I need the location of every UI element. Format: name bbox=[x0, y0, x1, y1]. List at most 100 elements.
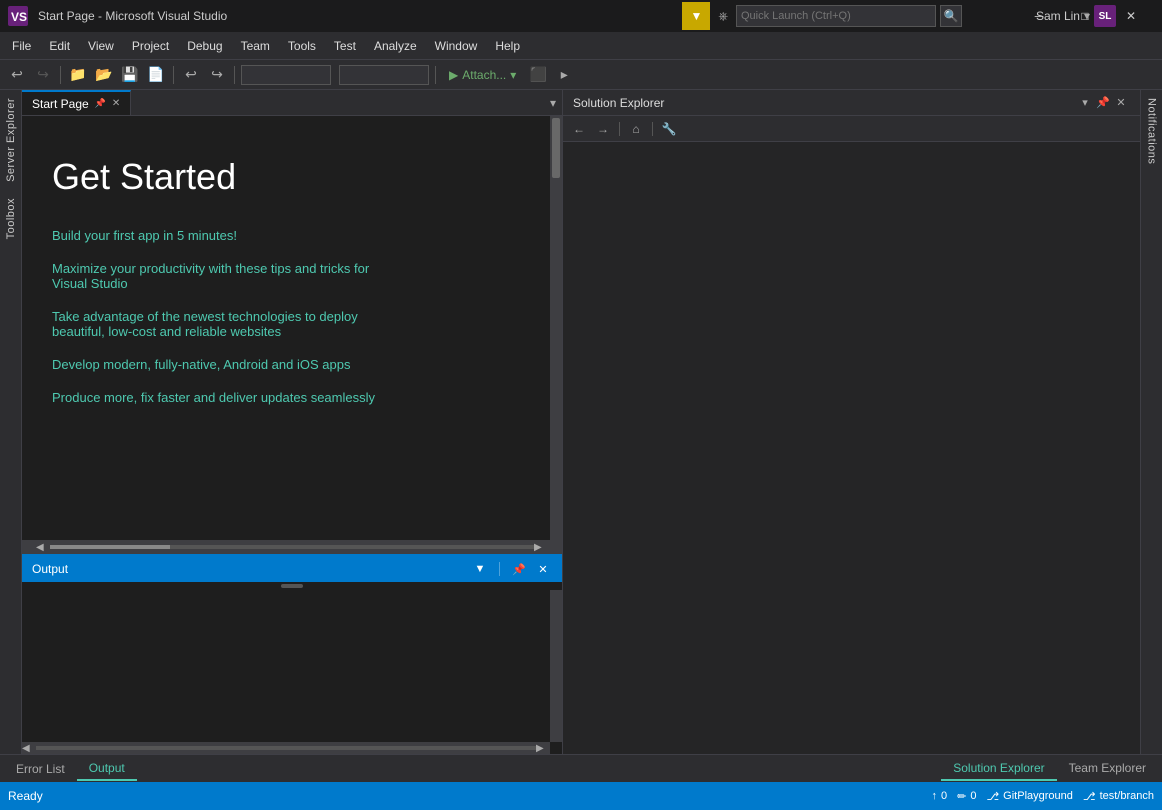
warning-pencil-icon: ✏ bbox=[957, 790, 966, 803]
status-errors[interactable]: ↑ 0 bbox=[932, 790, 948, 802]
menu-item-team[interactable]: Team bbox=[233, 35, 278, 57]
output-resize-handle[interactable] bbox=[22, 582, 562, 590]
toolbar-input-2[interactable] bbox=[339, 65, 429, 85]
solution-explorer-pin-button[interactable]: 📌 bbox=[1094, 94, 1112, 112]
bottom-tab-team-explorer[interactable]: Team Explorer bbox=[1057, 757, 1158, 781]
sidebar-item-toolbox[interactable]: Toolbox bbox=[2, 190, 20, 247]
solution-explorer-content bbox=[563, 142, 1140, 754]
menu-item-analyze[interactable]: Analyze bbox=[366, 35, 425, 57]
toolbar-separator-1 bbox=[60, 66, 61, 84]
toolbar-extra-button[interactable]: ⬛ bbox=[527, 64, 549, 86]
redo2-button[interactable]: ↪ bbox=[206, 64, 228, 86]
solution-explorer-header: Solution Explorer ▾ 📌 ✕ bbox=[563, 90, 1140, 116]
quick-launch-area: ▼ ⎈ 🔍 bbox=[682, 0, 962, 32]
menu-item-edit[interactable]: Edit bbox=[41, 35, 78, 57]
tab-start-page-pin[interactable]: 📌 bbox=[95, 98, 106, 109]
hscroll-right-arrow[interactable]: ▶ bbox=[534, 542, 548, 553]
center-panel: Start Page 📌 ✕ ▾ Get Started Build your … bbox=[22, 90, 562, 754]
menu-item-tools[interactable]: Tools bbox=[280, 35, 324, 57]
toolbar-separator-2 bbox=[173, 66, 174, 84]
branch-label: test/branch bbox=[1100, 790, 1154, 802]
user-name[interactable]: Sam Lin bbox=[1036, 9, 1080, 23]
se-home-button[interactable]: ⌂ bbox=[626, 119, 646, 139]
link-maximize-productivity[interactable]: Maximize your productivity with these ti… bbox=[52, 261, 532, 291]
out-hscroll-right[interactable]: ▶ bbox=[536, 743, 550, 754]
sidebar-item-server-explorer[interactable]: Server Explorer bbox=[2, 90, 20, 190]
quick-launch-input[interactable] bbox=[736, 5, 936, 27]
tab-dropdown-button[interactable]: ▾ bbox=[544, 90, 562, 115]
notifications-tab[interactable]: Notifications bbox=[1143, 90, 1161, 172]
bottom-tab-error-list[interactable]: Error List bbox=[4, 758, 77, 780]
output-horizontal-scrollbar[interactable]: ◀ ▶ bbox=[22, 742, 550, 754]
error-up-icon: ↑ bbox=[932, 790, 938, 802]
menu-item-file[interactable]: File bbox=[4, 35, 39, 57]
save-button[interactable]: 💾 bbox=[119, 64, 141, 86]
bottom-tab-solution-explorer[interactable]: Solution Explorer bbox=[941, 757, 1056, 781]
redo-button[interactable]: ↪ bbox=[32, 64, 54, 86]
bottom-tab-right-group: Solution Explorer Team Explorer bbox=[941, 757, 1158, 781]
svg-text:VS: VS bbox=[11, 10, 27, 24]
hscroll-track bbox=[50, 545, 534, 549]
tab-bar: Start Page 📌 ✕ ▾ bbox=[22, 90, 562, 116]
user-dropdown-icon[interactable]: ▾ bbox=[1084, 9, 1090, 23]
bottom-tab-bar: Error List Output Solution Explorer Team… bbox=[0, 754, 1162, 782]
output-pin-button[interactable]: 📌 bbox=[510, 560, 528, 578]
hscroll-left-arrow[interactable]: ◀ bbox=[36, 542, 50, 553]
output-vertical-scrollbar[interactable] bbox=[550, 590, 562, 742]
attach-button[interactable]: ▶ Attach... ▾ bbox=[442, 64, 523, 86]
status-bar: Ready ↑ 0 ✏ 0 ⎇ GitPlayground ⎇ test/bra… bbox=[0, 782, 1162, 810]
out-hscroll-track bbox=[36, 746, 536, 750]
link-build-first-app[interactable]: Build your first app in 5 minutes! bbox=[52, 228, 532, 243]
link-newest-technologies[interactable]: Take advantage of the newest technologie… bbox=[52, 309, 532, 339]
tab-start-page-close[interactable]: ✕ bbox=[112, 98, 120, 109]
user-avatar[interactable]: SL bbox=[1094, 5, 1116, 27]
menu-item-help[interactable]: Help bbox=[487, 35, 528, 57]
get-started-title: Get Started bbox=[52, 156, 532, 198]
link-develop-mobile[interactable]: Develop modern, fully-native, Android an… bbox=[52, 357, 532, 372]
toolbar-separator-3 bbox=[234, 66, 235, 84]
left-sidebar: Server Explorer Toolbox bbox=[0, 90, 22, 754]
new-project-button[interactable]: 📁 bbox=[67, 64, 89, 86]
undo2-button[interactable]: ↩ bbox=[180, 64, 202, 86]
solution-explorer-dropdown-button[interactable]: ▾ bbox=[1076, 94, 1094, 112]
se-back-button[interactable]: ← bbox=[569, 119, 589, 139]
se-forward-button[interactable]: → bbox=[593, 119, 613, 139]
save-all-button[interactable]: 📄 bbox=[145, 64, 167, 86]
status-ready: Ready bbox=[8, 789, 43, 803]
toolbar-separator-4 bbox=[435, 66, 436, 84]
vertical-scrollbar[interactable] bbox=[550, 116, 562, 540]
toolbar-arrow-button[interactable]: ▸ bbox=[553, 64, 575, 86]
hscroll-thumb[interactable] bbox=[50, 545, 170, 549]
filter-icon[interactable]: ▼ bbox=[682, 2, 710, 30]
center-main: Get Started Build your first app in 5 mi… bbox=[22, 116, 562, 754]
status-warnings[interactable]: ✏ 0 bbox=[957, 790, 976, 803]
output-close-button[interactable]: ✕ bbox=[534, 560, 552, 578]
horizontal-scrollbar[interactable]: ◀ ▶ bbox=[22, 540, 562, 554]
menu-item-project[interactable]: Project bbox=[124, 35, 177, 57]
link-produce-more[interactable]: Produce more, fix faster and deliver upd… bbox=[52, 390, 532, 405]
menu-item-debug[interactable]: Debug bbox=[179, 35, 230, 57]
main-area: Server Explorer Toolbox Start Page 📌 ✕ ▾… bbox=[0, 90, 1162, 754]
se-wrench-button[interactable]: 🔧 bbox=[659, 119, 679, 139]
error-count: 0 bbox=[941, 790, 947, 802]
output-panel-title: Output bbox=[32, 562, 465, 576]
tab-start-page[interactable]: Start Page 📌 ✕ bbox=[22, 90, 131, 115]
open-button[interactable]: 📂 bbox=[93, 64, 115, 86]
vertical-scrollbar-thumb[interactable] bbox=[552, 118, 560, 178]
toolbar-input-1[interactable] bbox=[241, 65, 331, 85]
menu-item-view[interactable]: View bbox=[80, 35, 122, 57]
status-branch[interactable]: ⎇ test/branch bbox=[1083, 790, 1154, 803]
status-git-playground[interactable]: ⎇ GitPlayground bbox=[986, 790, 1072, 803]
search-button[interactable]: 🔍 bbox=[940, 5, 962, 27]
menu-item-window[interactable]: Window bbox=[427, 35, 486, 57]
output-content: ◀ ▶ bbox=[22, 590, 562, 754]
status-right: ↑ 0 ✏ 0 ⎇ GitPlayground ⎇ test/branch bbox=[932, 790, 1154, 803]
bottom-tab-output[interactable]: Output bbox=[77, 757, 137, 781]
branch-icon: ⎇ bbox=[1083, 790, 1096, 803]
menu-item-test[interactable]: Test bbox=[326, 35, 364, 57]
undo-button[interactable]: ↩ bbox=[6, 64, 28, 86]
out-hscroll-left[interactable]: ◀ bbox=[22, 743, 36, 754]
git-icon: ⎇ bbox=[986, 790, 999, 803]
solution-explorer-close-button[interactable]: ✕ bbox=[1112, 94, 1130, 112]
output-dropdown-button[interactable]: ▼ bbox=[471, 560, 489, 578]
